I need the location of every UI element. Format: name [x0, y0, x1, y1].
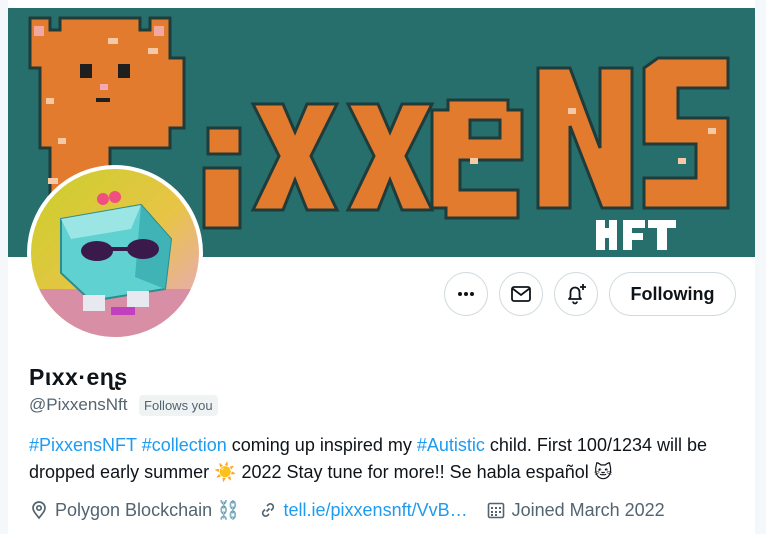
hashtag-pixxensnft[interactable]: #PixxensNFT [29, 435, 137, 455]
calendar-icon [486, 500, 506, 520]
website-link[interactable]: tell.ie/pixxensnft/VvB… [284, 500, 468, 521]
profile-handle: @PixxensNft [29, 395, 128, 414]
joined-item: Joined March 2022 [486, 500, 665, 521]
hashtag-autistic[interactable]: #Autistic [417, 435, 485, 455]
notifications-button[interactable] [554, 272, 598, 316]
frame-right [755, 0, 766, 534]
website-item: tell.ie/pixxensnft/VvB… [258, 500, 468, 521]
frame-left [0, 0, 8, 534]
profile-avatar[interactable] [27, 165, 203, 341]
profile-meta: Polygon Blockchain ⛓️ tell.ie/pixxensnft… [29, 497, 683, 523]
joined-text: Joined March 2022 [511, 499, 665, 520]
avatar-image [31, 169, 199, 337]
follows-you-badge: Follows you [139, 395, 218, 416]
bell-plus-icon [568, 284, 586, 305]
following-button[interactable]: Following [609, 272, 736, 316]
more-horizontal-icon [458, 292, 474, 296]
display-name: Pιxx·eɳʂ [29, 364, 128, 390]
message-button[interactable] [499, 272, 543, 316]
more-button[interactable] [444, 272, 488, 316]
location-item: Polygon Blockchain ⛓️ [29, 500, 240, 521]
hashtag-collection[interactable]: #collection [142, 435, 227, 455]
link-icon [258, 500, 278, 520]
bio-text-1: coming up inspired my [226, 435, 417, 455]
map-pin-icon [29, 500, 49, 520]
profile-bio: #PixxensNFT #collection coming up inspir… [29, 432, 734, 486]
location-text: Polygon Blockchain ⛓️ [55, 499, 240, 520]
envelope-icon [511, 286, 531, 302]
